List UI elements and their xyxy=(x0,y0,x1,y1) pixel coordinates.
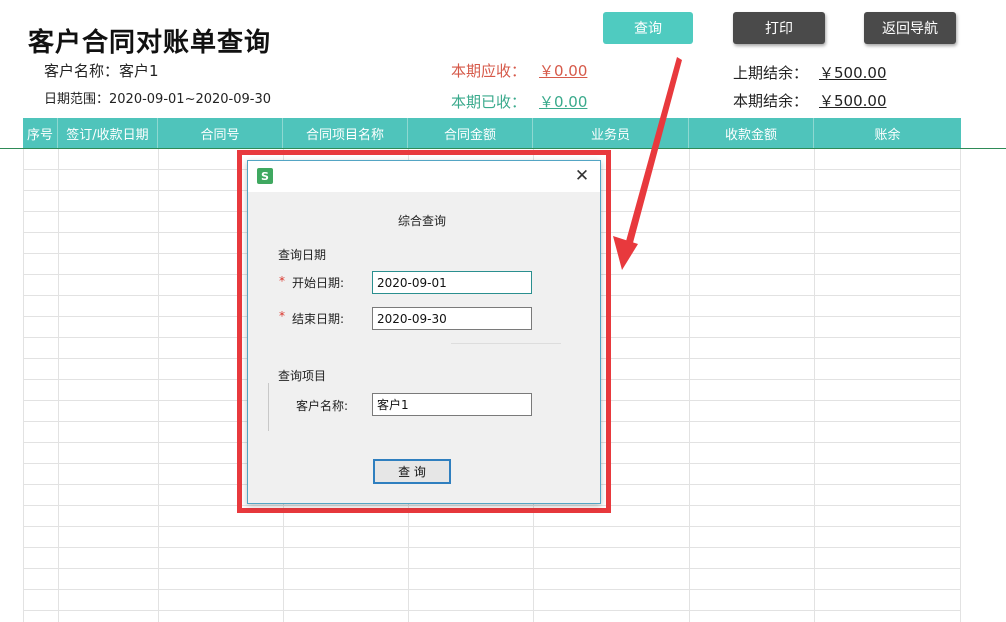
item-group-label: 查询项目 xyxy=(278,369,327,383)
separator xyxy=(451,343,561,344)
receivable-value: ￥0.00 xyxy=(539,62,588,80)
group-border xyxy=(268,383,269,431)
date-range-label: 日期范围： xyxy=(44,92,110,107)
required-mark: * xyxy=(279,274,285,288)
dialog-customer-label: 客户名称: xyxy=(296,399,349,413)
page-title: 客户合同对账单查询 xyxy=(28,28,272,58)
column-header-index[interactable]: 序号 xyxy=(23,118,58,148)
grid-line xyxy=(58,149,59,622)
column-header-date[interactable]: 签订/收款日期 xyxy=(58,118,158,148)
date-group-label: 查询日期 xyxy=(278,248,327,262)
end-date-label: 结束日期: xyxy=(292,312,345,326)
date-range-value: 2020-09-01~2020-09-30 xyxy=(109,92,272,107)
customer-label: 客户名称： xyxy=(44,62,120,80)
date-range-info: 日期范围：2020-09-01~2020-09-30 xyxy=(44,88,271,107)
start-date-label: 开始日期: xyxy=(292,276,345,290)
start-date-input[interactable] xyxy=(372,271,532,294)
grid-line xyxy=(814,149,815,622)
required-mark: * xyxy=(279,309,285,323)
grid-line xyxy=(960,149,961,622)
query-button[interactable]: 查询 xyxy=(603,12,693,44)
table-header: 序号 签订/收款日期 合同号 合同项目名称 合同金额 业务员 收款金额 账余 xyxy=(23,118,961,148)
column-header-balance[interactable]: 账余 xyxy=(814,118,961,148)
column-header-salesperson[interactable]: 业务员 xyxy=(533,118,689,148)
curr-balance-label: 本期结余： xyxy=(733,92,809,110)
column-header-received-amount[interactable]: 收款金额 xyxy=(689,118,814,148)
customer-value: 客户1 xyxy=(119,62,159,80)
grid-line xyxy=(158,149,159,622)
customer-name-input[interactable] xyxy=(372,393,532,416)
print-button[interactable]: 打印 xyxy=(733,12,825,44)
dialog-heading: 综合查询 xyxy=(398,214,447,228)
received-value: ￥0.00 xyxy=(539,93,588,111)
dialog-titlebar[interactable]: S ✕ xyxy=(248,161,600,192)
end-date-input[interactable] xyxy=(372,307,532,330)
return-navigation-button[interactable]: 返回导航 xyxy=(864,12,956,44)
customer-info: 客户名称：客户1 xyxy=(44,60,159,81)
prev-balance-label: 上期结余： xyxy=(733,64,809,82)
receivable-label: 本期应收： xyxy=(451,62,527,80)
column-header-contract-no[interactable]: 合同号 xyxy=(158,118,283,148)
column-header-project-name[interactable]: 合同项目名称 xyxy=(283,118,408,148)
received-label: 本期已收： xyxy=(451,93,527,111)
prev-balance-value: ￥500.00 xyxy=(819,64,887,82)
dialog-query-button[interactable]: 查 询 xyxy=(373,459,451,484)
grid-line xyxy=(23,149,24,622)
column-header-contract-amount[interactable]: 合同金额 xyxy=(408,118,533,148)
query-dialog: S ✕ 综合查询 查询日期 * 开始日期: * 结束日期: 查询项目 客户名称:… xyxy=(247,160,601,504)
close-icon[interactable]: ✕ xyxy=(572,166,592,186)
app-logo-icon: S xyxy=(257,168,273,184)
grid-line xyxy=(689,149,690,622)
curr-balance-value: ￥500.00 xyxy=(819,92,887,110)
